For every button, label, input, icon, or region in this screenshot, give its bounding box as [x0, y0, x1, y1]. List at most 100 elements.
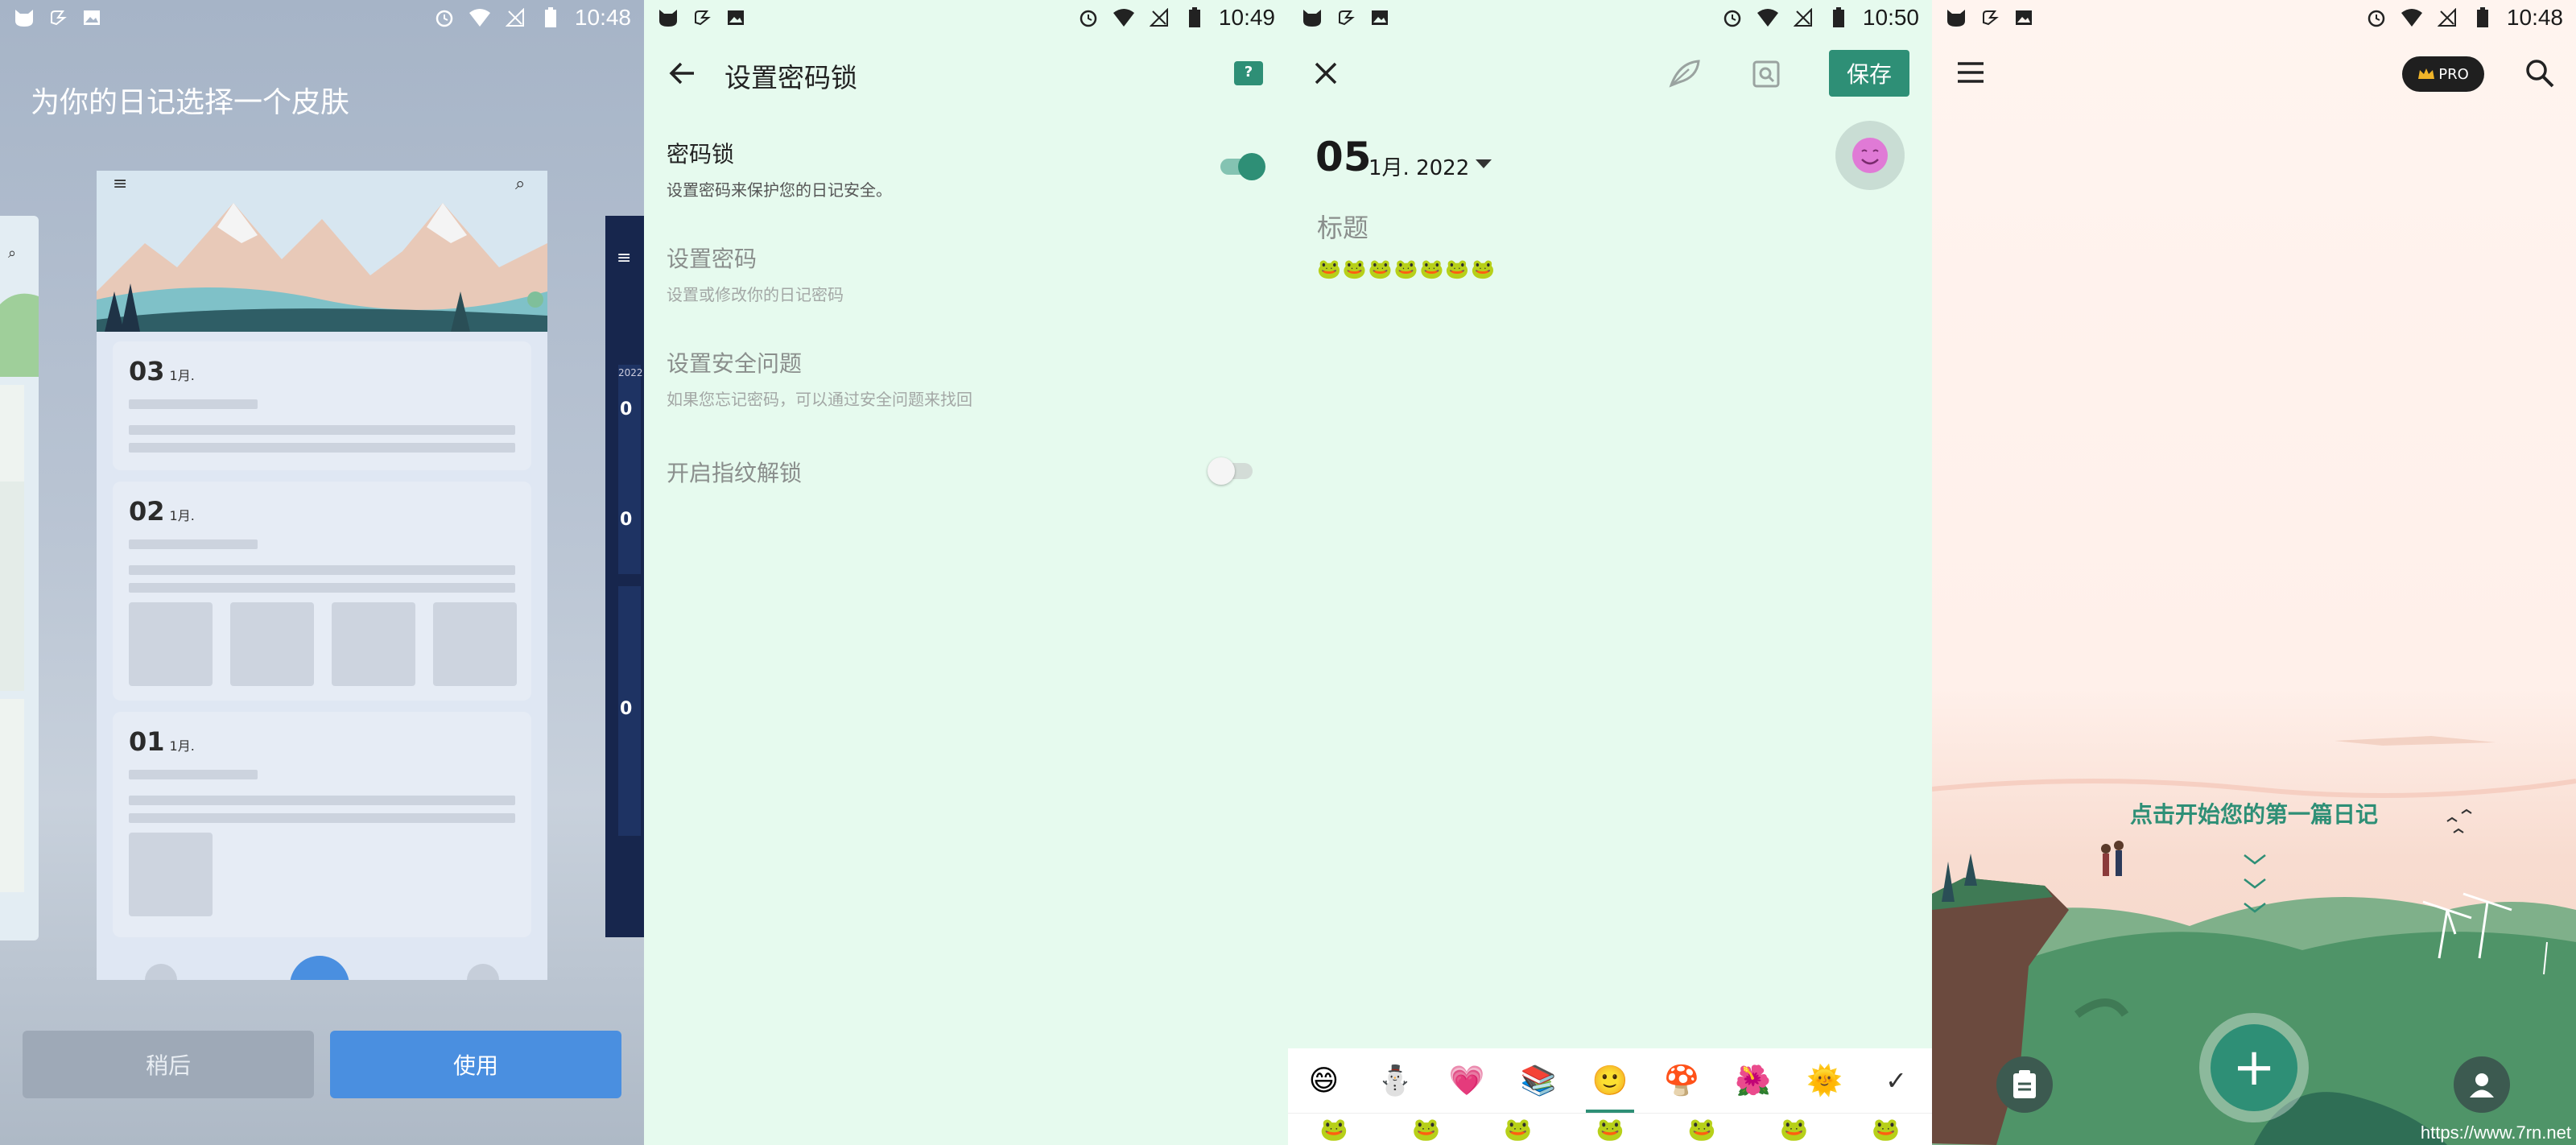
- emoji-item[interactable]: 🐸: [1504, 1116, 1532, 1143]
- user-icon: [2470, 1073, 2494, 1097]
- status-bar: 10:49: [644, 0, 1288, 35]
- page-title: 为你的日记选择一个皮肤: [31, 86, 350, 119]
- emoji-category-bar: 😄 ⛄ 💗 📚 🙂 🍄 🌺 🌞 ✓: [1288, 1048, 1932, 1113]
- no-signal-icon: [1148, 6, 1170, 29]
- clock-time: 10:49: [1218, 5, 1275, 30]
- text-placeholder-bar: [129, 770, 258, 779]
- mood-selector[interactable]: [1835, 121, 1905, 190]
- password-lock-toggle[interactable]: [1217, 153, 1265, 180]
- emoji-tab-heart[interactable]: 💗: [1431, 1048, 1503, 1113]
- emoji-tab-sun[interactable]: 🌞: [1789, 1048, 1860, 1113]
- date-day[interactable]: 05: [1315, 134, 1372, 180]
- emoji-item[interactable]: 🐸: [1688, 1116, 1716, 1143]
- setting-set-password[interactable]: 设置密码 设置或修改你的日记密码: [667, 242, 1265, 305]
- setting-title: 设置密码: [667, 246, 758, 272]
- add-diary-fab[interactable]: +: [2211, 1024, 2297, 1111]
- save-button[interactable]: 保存: [1829, 50, 1909, 97]
- notification-icon: [47, 6, 69, 29]
- text-placeholder-bar: [129, 425, 515, 435]
- smiley-mood-icon: [1852, 138, 1888, 173]
- text-placeholder-bar: [129, 565, 515, 575]
- use-skin-button[interactable]: 使用: [330, 1031, 621, 1098]
- body-text[interactable]: 🐸🐸🐸🐸🐸🐸🐸: [1317, 258, 1496, 280]
- cat-app-icon: [1945, 6, 1967, 29]
- later-button[interactable]: 稍后: [23, 1031, 314, 1098]
- notification-icon: [691, 6, 713, 29]
- entry-day: 0: [620, 399, 633, 420]
- diary-entry-card: 02 1月.: [113, 482, 531, 701]
- crown-icon: [2418, 68, 2435, 79]
- skin-preview-right[interactable]: ≡ 2022 0 0 0: [605, 216, 644, 937]
- wifi-icon: [469, 6, 491, 29]
- pro-badge[interactable]: PRO: [2402, 56, 2484, 92]
- emoji-item[interactable]: 🐸: [1320, 1116, 1348, 1143]
- emoji-tab-snowman[interactable]: ⛄: [1360, 1048, 1431, 1113]
- date-month-year[interactable]: 1月. 2022: [1368, 151, 1469, 181]
- nav-icon-preview: [467, 964, 499, 980]
- emoji-item[interactable]: 🐸: [1412, 1116, 1440, 1143]
- wifi-icon: [1113, 6, 1135, 29]
- notification-icon: [1335, 6, 1357, 29]
- nav-icon-preview: [145, 964, 177, 980]
- alarm-icon: [1077, 6, 1100, 29]
- clipboard-icon: [2013, 1070, 2036, 1098]
- diary-entry-card: 01 1月.: [113, 712, 531, 937]
- diary-entry-card: 03 1月.: [113, 341, 531, 470]
- wifi-icon: [1757, 6, 1779, 29]
- skin-picker-screen: 10:48 为你的日记选择一个皮肤 ⌕ ≡ ⌕ 03 1月. 02 1月. 01…: [0, 0, 644, 1145]
- date-dropdown-icon[interactable]: [1475, 158, 1492, 173]
- back-arrow-icon[interactable]: [667, 58, 697, 92]
- search-icon[interactable]: [2524, 58, 2555, 92]
- menu-icon: ≡: [113, 174, 128, 194]
- emoji-tab-books[interactable]: 📚: [1503, 1048, 1575, 1113]
- close-icon[interactable]: [1314, 61, 1338, 89]
- cat-app-icon: [1301, 6, 1323, 29]
- feather-icon[interactable]: [1668, 58, 1702, 92]
- entry-day: 03: [129, 356, 165, 386]
- status-bar: 10:48: [0, 0, 644, 35]
- emoji-tab-smile[interactable]: 😄: [1288, 1048, 1360, 1113]
- setting-title: 开启指纹解锁: [667, 460, 803, 486]
- diary-list-button[interactable]: [1996, 1056, 2053, 1113]
- setting-subtitle: 设置密码来保护您的日记安全。: [667, 180, 892, 200]
- battery-icon: [1183, 6, 1206, 29]
- setting-subtitle: 如果您忘记密码，可以通过安全问题来找回: [667, 390, 972, 409]
- emoji-tab-mushroom[interactable]: 🍄: [1645, 1048, 1717, 1113]
- alarm-icon: [2365, 6, 2388, 29]
- preview-icon[interactable]: [1752, 60, 1781, 92]
- image-icon: [1368, 6, 1391, 29]
- setting-security-question[interactable]: 设置安全问题 如果您忘记密码，可以通过安全问题来找回: [667, 346, 1265, 410]
- image-placeholder: [332, 602, 415, 686]
- entry-month: 1月.: [169, 368, 195, 383]
- watermark: https://www.7rn.net: [2420, 1122, 2571, 1143]
- setting-fingerprint[interactable]: 开启指纹解锁: [667, 456, 1265, 488]
- emoji-tab-face[interactable]: 🙂: [1575, 1048, 1646, 1113]
- no-signal-icon: [1792, 6, 1814, 29]
- setting-password-lock[interactable]: 密码锁 设置密码来保护您的日记安全。: [667, 137, 1265, 200]
- title-input[interactable]: 标题: [1317, 208, 1368, 245]
- no-signal-icon: [504, 6, 526, 29]
- image-icon: [724, 6, 747, 29]
- image-icon: [80, 6, 103, 29]
- entry-day: 02: [129, 496, 165, 527]
- menu-icon[interactable]: [1956, 60, 1985, 89]
- password-lock-screen: 10:49 设置密码锁 ? 密码锁 设置密码来保护您的日记安全。 设置密码 设置…: [644, 0, 1288, 1145]
- fingerprint-toggle[interactable]: [1208, 457, 1256, 485]
- entry-card-preview: [618, 365, 641, 574]
- no-signal-icon: [2436, 6, 2458, 29]
- confirm-check-icon[interactable]: ✓: [1860, 1048, 1932, 1113]
- emoji-tab-flower[interactable]: 🌺: [1717, 1048, 1789, 1113]
- emoji-item[interactable]: 🐸: [1872, 1116, 1900, 1143]
- emoji-item[interactable]: 🐸: [1596, 1116, 1624, 1143]
- image-placeholder: [129, 833, 213, 916]
- skin-preview-main[interactable]: ≡ ⌕ 03 1月. 02 1月. 01 1月.: [97, 171, 547, 980]
- add-entry-fab-preview: [290, 956, 349, 980]
- help-icon[interactable]: ?: [1234, 61, 1263, 85]
- image-placeholder: [433, 602, 517, 686]
- battery-icon: [1827, 6, 1850, 29]
- battery-icon: [539, 6, 562, 29]
- diary-editor-screen: 10:50 保存 05 1月. 2022 标题 🐸🐸🐸🐸🐸🐸🐸 😄 ⛄ 💗 📚 …: [1288, 0, 1932, 1145]
- emoji-item[interactable]: 🐸: [1780, 1116, 1808, 1143]
- profile-button[interactable]: [2454, 1056, 2510, 1113]
- skin-preview-left[interactable]: ⌕: [0, 216, 39, 940]
